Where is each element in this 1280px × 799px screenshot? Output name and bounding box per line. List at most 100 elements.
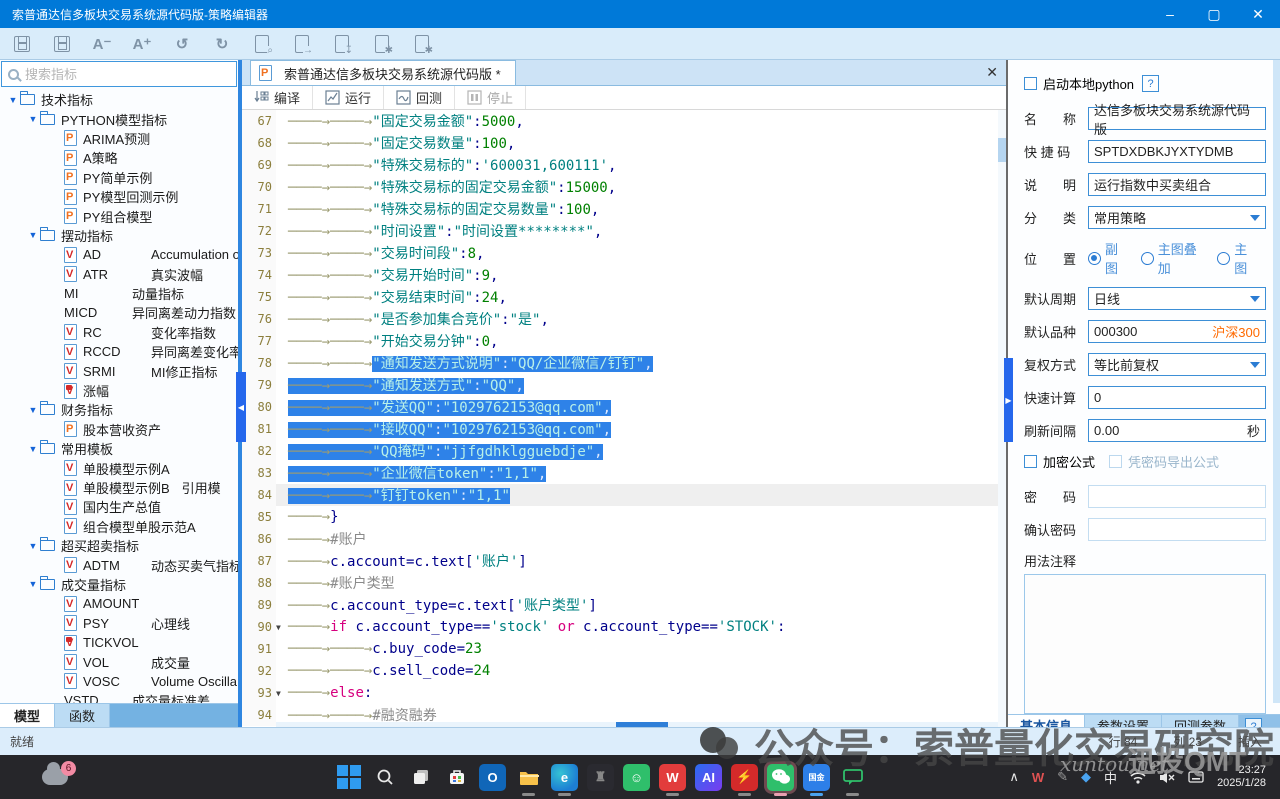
tree-item[interactable]: VSTD成交量标准差 (0, 691, 238, 703)
period-select[interactable]: 日线 (1088, 287, 1266, 310)
编译-button[interactable]: 编译 (242, 86, 313, 109)
code-line[interactable]: 73────→────→"交易时间段":8, (242, 242, 1006, 264)
expand-arrow-icon[interactable]: ▼ (26, 114, 40, 124)
tree-item[interactable]: MI动量指标 (0, 284, 238, 303)
code-line[interactable]: 80────→────→"发送QQ":"1029762153@qq.com", (242, 396, 1006, 418)
taskbar-icon-explorer[interactable] (515, 764, 542, 791)
tree-item[interactable]: V单股模型示例B引用模 (0, 478, 238, 497)
tree-item[interactable]: V国内生产总值 (0, 497, 238, 516)
save-as-icon[interactable] (50, 32, 74, 56)
tree-item[interactable]: VADTM动态买卖气指标 (0, 555, 238, 574)
tab-close-icon[interactable]: ✕ (986, 64, 998, 81)
code-line[interactable]: 79────→────→"通知发送方式":"QQ", (242, 374, 1006, 396)
tree-item[interactable]: VADAccumulation or (0, 245, 238, 264)
tree-item[interactable]: P股本营收资产 (0, 420, 238, 439)
taskbar-icon-outlook[interactable]: O (479, 764, 506, 791)
taskbar-icon-edge[interactable]: e (551, 764, 578, 791)
tree-item[interactable]: PPY模型回测示例 (0, 187, 238, 206)
tree-folder[interactable]: ▼常用模板 (0, 439, 238, 458)
code-line[interactable]: 84────→────→"钉钉token":"1,1" (242, 484, 1006, 506)
code-line[interactable]: 68────→────→"固定交易数量":100, (242, 132, 1006, 154)
adjust-select[interactable]: 等比前复权 (1088, 353, 1266, 376)
taskbar-clock[interactable]: 23:272025/1/28 (1217, 764, 1266, 790)
vertical-scroll-thumb[interactable] (998, 138, 1006, 162)
tray-app2-icon[interactable]: ✎ (1057, 769, 1068, 785)
tree-item[interactable]: PPY组合模型 (0, 206, 238, 225)
expand-arrow-icon[interactable]: ▼ (6, 95, 20, 105)
code-line[interactable]: 89────→c.account_type=c.text['账户类型'] (242, 594, 1006, 616)
code-line[interactable]: 82────→────→"QQ掩码":"jjfgdhklgguebdje", (242, 440, 1006, 462)
tree-item[interactable]: VRC变化率指数 (0, 323, 238, 342)
expand-arrow-icon[interactable]: ▼ (26, 444, 40, 454)
font-decrease-icon[interactable]: A⁻ (90, 32, 114, 56)
maximize-button[interactable]: ▢ (1192, 0, 1236, 28)
tree-item[interactable]: MICD异同离差动力指数 (0, 303, 238, 322)
minimize-button[interactable]: – (1148, 0, 1192, 28)
code-line[interactable]: 90▼────→if c.account_type=='stock' or c.… (242, 616, 1006, 638)
taskbar-icon-chat[interactable] (839, 764, 866, 791)
tree-folder[interactable]: ▼技术指标 (0, 90, 238, 109)
tree-folder[interactable]: ▼财务指标 (0, 400, 238, 419)
expand-arrow-icon[interactable]: ▼ (26, 541, 40, 551)
python-help-button[interactable]: ? (1142, 75, 1159, 92)
save-icon[interactable] (10, 32, 34, 56)
doc-settings2-icon[interactable]: ✱ (410, 32, 434, 56)
encrypt-checkbox[interactable] (1024, 455, 1037, 468)
运行-button[interactable]: 运行 (313, 86, 384, 109)
tray-app1-icon[interactable]: W (1032, 770, 1044, 785)
code-line[interactable]: 67────→────→"固定交易金额":5000, (242, 110, 1006, 132)
code-line[interactable]: 81────→────→"接收QQ":"1029762153@qq.com", (242, 418, 1006, 440)
code-line[interactable]: 92────→────→c.sell_code=24 (242, 660, 1006, 682)
weather-icon[interactable]: 6 (42, 769, 68, 785)
search-box[interactable] (1, 61, 237, 87)
position-radio-主图[interactable] (1217, 252, 1230, 265)
confirm-password-field[interactable] (1088, 518, 1266, 541)
tree-item[interactable]: VRCCD异同离差变化率 (0, 342, 238, 361)
tree-item[interactable]: VTICKVOL (0, 633, 238, 652)
taskbar-icon-taskview[interactable] (407, 764, 434, 791)
code-line[interactable]: 69────→────→"特殊交易标的":'600031,600111', (242, 154, 1006, 176)
tree-folder[interactable]: ▼超买超卖指标 (0, 536, 238, 555)
ime-icon[interactable]: 中 (1104, 768, 1117, 787)
export-doc-icon[interactable]: → (290, 32, 314, 56)
position-radio-副图[interactable] (1088, 252, 1101, 265)
tree-item[interactable]: PPY简单示例 (0, 168, 238, 187)
tree-folder[interactable]: ▼PYTHON模型指标 (0, 109, 238, 128)
symbol-field[interactable]: 000300沪深300 (1088, 320, 1266, 343)
tree-item[interactable]: VPSY心理线 (0, 614, 238, 633)
tree-item[interactable]: VAMOUNT (0, 594, 238, 613)
code-line[interactable]: 87────→c.account=c.text['账户'] (242, 550, 1006, 572)
taskbar-icon-bolt[interactable]: ⚡ (731, 764, 758, 791)
code-line[interactable]: 76────→────→"是否参加集合竞价":"是", (242, 308, 1006, 330)
code-line[interactable]: 74────→────→"交易开始时间":9, (242, 264, 1006, 286)
taskbar-icon-start[interactable] (335, 764, 362, 791)
export-password-checkbox[interactable] (1109, 455, 1122, 468)
undo-icon[interactable]: ↺ (170, 32, 194, 56)
taskbar-icon-wps[interactable]: W (659, 764, 686, 791)
touch-keyboard-icon[interactable] (1188, 771, 1204, 783)
taskbar-icon-qmt[interactable]: 国金 (803, 764, 830, 791)
fold-arrow-icon[interactable]: ▼ (276, 623, 288, 632)
tree-item[interactable]: V单股模型示例A (0, 458, 238, 477)
code-line[interactable]: 72────→────→"时间设置":"时间设置********", (242, 220, 1006, 242)
name-field[interactable]: 达信多板块交易系统源代码版 (1088, 107, 1266, 130)
tray-chevron-icon[interactable]: ∧ (1009, 769, 1019, 785)
category-select[interactable]: 常用策略 (1088, 206, 1266, 229)
shortcut-field[interactable]: SPTDXDBKJYXTYDMB (1088, 140, 1266, 163)
code-line[interactable]: 77────→────→"开始交易分钟":0, (242, 330, 1006, 352)
code-line[interactable]: 83────→────→"企业微信token":"1,1", (242, 462, 1006, 484)
close-button[interactable]: ✕ (1236, 0, 1280, 28)
taskbar-icon-store[interactable] (443, 764, 470, 791)
fastcalc-field[interactable]: 0 (1088, 386, 1266, 409)
回测-button[interactable]: 回测 (384, 86, 455, 109)
tree-item[interactable]: VVOL成交量 (0, 652, 238, 671)
tree-item[interactable]: PARIMA预测 (0, 129, 238, 148)
sidebar-splitter-handle[interactable]: ◀ (236, 372, 246, 442)
code-line[interactable]: 91────→────→c.buy_code=23 (242, 638, 1006, 660)
volume-muted-icon[interactable] (1159, 771, 1175, 784)
expand-arrow-icon[interactable]: ▼ (26, 579, 40, 589)
code-line[interactable]: 88────→#账户类型 (242, 572, 1006, 594)
code-line[interactable]: 85────→} (242, 506, 1006, 528)
wifi-icon[interactable] (1130, 771, 1146, 784)
expand-arrow-icon[interactable]: ▼ (26, 230, 40, 240)
